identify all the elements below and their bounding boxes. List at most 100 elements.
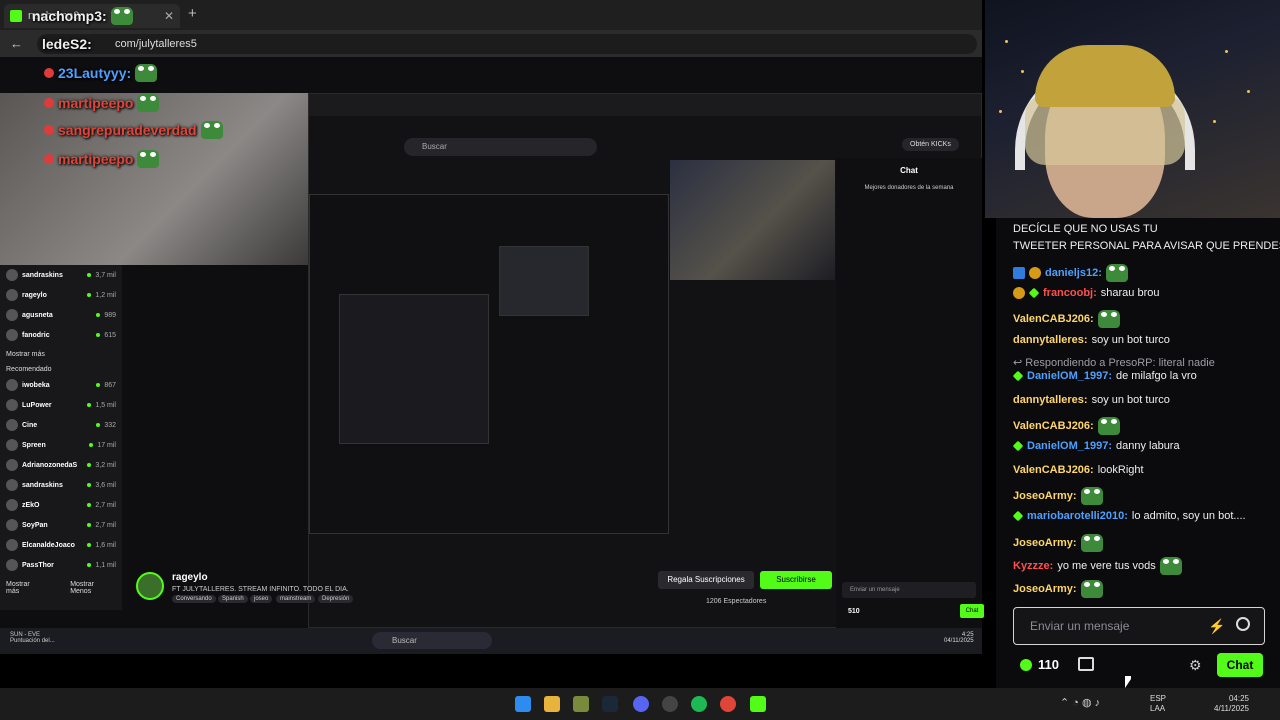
chat-text: lo admito, soy un bot....	[1131, 510, 1246, 522]
live-dot-icon	[96, 383, 101, 387]
avatar	[6, 459, 18, 471]
reply-text: Respondiendo a PresoRP: literal nadie	[1025, 357, 1215, 369]
live-dot-icon	[87, 503, 92, 507]
avatar	[6, 559, 18, 571]
viewer-count: 1206 Espectadores	[706, 598, 767, 605]
clock-date: 4/11/2025	[1214, 704, 1249, 713]
sidebar-channel: SoyPan 2,7 mil	[0, 515, 122, 535]
overlay-chat-line: martipeepo	[44, 150, 160, 168]
live-dot-icon	[87, 523, 92, 527]
mod-badge-icon	[44, 125, 54, 135]
chat-username[interactable]: dannytalleres:	[1013, 334, 1088, 346]
channel-avatar	[136, 572, 164, 600]
chat-username[interactable]: Kyzzze:	[1013, 560, 1053, 572]
chat-username[interactable]: JoseoArmy:	[1013, 583, 1077, 595]
chat-username[interactable]: francoobj:	[1043, 287, 1097, 299]
chat-message: ValenCABJ206:	[1013, 417, 1120, 435]
sidebar-channel: rageylo 1,2 mil	[0, 285, 122, 305]
chat-message: DanielOM_1997: danny labura	[1012, 440, 1180, 452]
windows-start-icon[interactable]	[515, 696, 531, 712]
stream-tag: mainstream	[276, 595, 316, 603]
chat-message: JoseoArmy:	[1013, 534, 1103, 552]
channel-name: rageylo	[22, 291, 47, 299]
verified-badge-icon	[1012, 510, 1024, 522]
channel-name: PassThor	[22, 561, 54, 569]
chat-username[interactable]: DanielOM_1997:	[1027, 440, 1112, 452]
language-indicator[interactable]: ESP LAA	[1150, 694, 1166, 714]
chat-message: JoseoArmy:	[1013, 487, 1103, 505]
nested-webcam-echo	[499, 246, 589, 316]
chat-username[interactable]: ValenCABJ206:	[1013, 464, 1094, 476]
store-icon[interactable]	[1078, 657, 1094, 671]
viewer-count: 989	[104, 311, 116, 319]
pepe-emote-icon	[137, 94, 160, 112]
kick-icon[interactable]	[750, 696, 766, 712]
channel-name: iwobeka	[22, 381, 50, 389]
stream-tag: Conversando	[172, 595, 216, 603]
sidebar-channel: fanodric 615	[0, 325, 122, 345]
send-chat-button[interactable]: Chat	[1217, 653, 1263, 677]
gear-icon[interactable]: ⚙	[1189, 657, 1202, 674]
channel-name: LuPower	[22, 401, 52, 409]
chat-username[interactable]: JoseoArmy:	[1013, 490, 1077, 502]
obs-icon[interactable]	[662, 696, 678, 712]
viewer-count: 3,7 mil	[95, 271, 116, 279]
chat-message: DECÍCLE QUE NO USAS TU	[1013, 223, 1158, 235]
kick-emotes-icon[interactable]: ⚡	[1208, 618, 1225, 635]
nested-sidebar: sandraskins 3,7 mil rageylo 1,2 mil agusneta…	[0, 265, 122, 610]
system-tray[interactable]: ⌃ ◔ ◍ ♪	[1060, 696, 1100, 709]
overlay-username: martipeepo	[58, 95, 134, 111]
new-tab-icon[interactable]: +	[188, 5, 197, 22]
close-tab-icon[interactable]: ✕	[164, 9, 174, 23]
avatar	[6, 479, 18, 491]
chat-username[interactable]: danieljs12:	[1045, 267, 1102, 279]
chat-message: mariobarotelli2010: lo admito, soy un bot…	[1012, 510, 1246, 522]
chat-username[interactable]: ValenCABJ206:	[1013, 420, 1094, 432]
discord-icon[interactable]	[633, 696, 649, 712]
chat-username[interactable]: DanielOM_1997:	[1027, 370, 1112, 382]
steam-icon[interactable]	[602, 696, 618, 712]
spotify-icon[interactable]	[691, 696, 707, 712]
system-clock[interactable]: 04:25 4/11/2025	[1214, 694, 1249, 714]
avatar	[6, 269, 18, 281]
overlay-username: 23Lautyyy:	[58, 65, 132, 81]
viewer-count: 2,7 mil	[95, 521, 116, 529]
overlay-chat-line: ledeS2:	[42, 36, 92, 52]
streamer-webcam-echo	[670, 160, 835, 280]
get-kicks-button: Obtén KICKs	[902, 138, 959, 151]
live-dot-icon	[96, 423, 101, 427]
url-field[interactable]: com/julytalleres5	[37, 33, 977, 54]
chat-username[interactable]: mariobarotelli2010:	[1027, 510, 1128, 522]
points-value: 110	[1038, 657, 1059, 672]
live-dot-icon	[87, 463, 92, 467]
channel-name: AdrianozonedaS	[22, 461, 78, 469]
pepe-emote-icon	[1159, 557, 1182, 575]
chat-username[interactable]: ValenCABJ206:	[1013, 313, 1094, 325]
chat-username[interactable]: dannytalleres:	[1013, 394, 1088, 406]
file-explorer-icon[interactable]	[544, 696, 560, 712]
viewer-count: 1,6 mil	[95, 541, 116, 549]
chat-text: sharau brou	[1100, 287, 1160, 299]
show-more-link: Mostrar más	[6, 351, 45, 358]
chat-text: lookRight	[1097, 464, 1144, 476]
pepe-emote-icon	[137, 150, 160, 168]
avatar	[6, 399, 18, 411]
minecraft-icon[interactable]	[573, 696, 589, 712]
show-less-link: Mostrar Menos	[70, 581, 94, 595]
avatar	[6, 519, 18, 531]
kick-favicon-icon	[10, 10, 22, 22]
chat-username[interactable]: JoseoArmy:	[1013, 537, 1077, 549]
mouse-cursor	[1125, 676, 1131, 688]
chrome-icon[interactable]	[720, 696, 736, 712]
recommended-heading: Recomendado	[6, 366, 52, 373]
overlay-username: sangrepuradeverdad	[58, 122, 197, 138]
back-arrow-icon[interactable]: ←	[10, 36, 23, 51]
sub-badge-icon	[1029, 267, 1041, 279]
chat-message: JoseoArmy:	[1013, 580, 1103, 598]
pepe-emote-icon	[1080, 487, 1103, 505]
subscribe-button: Suscribirse	[760, 571, 832, 589]
channel-points[interactable]: 110	[1020, 657, 1059, 672]
emoji-icon[interactable]	[1236, 617, 1250, 631]
show-more-link-2: Mostrar más	[6, 581, 30, 595]
chat-message: dannytalleres: soy un bot turco	[1013, 394, 1170, 406]
